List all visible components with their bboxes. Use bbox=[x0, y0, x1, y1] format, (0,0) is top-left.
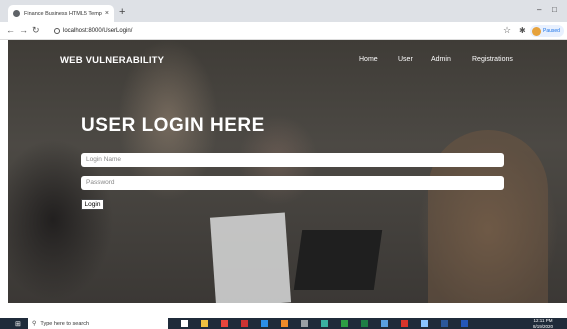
reload-icon[interactable]: ↻ bbox=[32, 25, 40, 36]
vs-code-icon[interactable] bbox=[261, 320, 268, 327]
green-app-icon[interactable] bbox=[341, 320, 348, 327]
bookmark-star-icon[interactable]: ☆ bbox=[503, 25, 511, 36]
tab-favicon-icon bbox=[13, 10, 20, 17]
tab-title: Finance Business HTML5 Templ bbox=[24, 10, 102, 17]
nav-admin[interactable]: Admin bbox=[431, 56, 451, 63]
red-app-icon[interactable] bbox=[241, 320, 248, 327]
site-brand[interactable]: WEB VULNERABILITY bbox=[60, 55, 164, 66]
login-name-input[interactable]: Login Name bbox=[81, 153, 504, 167]
url-text[interactable]: localhost:8000/UserLogin/ bbox=[63, 28, 132, 34]
clock-date: 8/19/2020 bbox=[533, 323, 554, 329]
profile-button[interactable]: Paused bbox=[530, 25, 564, 37]
nav-home[interactable]: Home bbox=[359, 56, 378, 63]
background-paper bbox=[209, 212, 292, 303]
orange-app-icon[interactable] bbox=[281, 320, 288, 327]
page-hero: WEB VULNERABILITY Home User Admin Regist… bbox=[8, 40, 567, 303]
forward-arrow-icon[interactable]: → bbox=[19, 25, 28, 36]
powershell-icon[interactable] bbox=[461, 320, 468, 327]
search-icon: ⚲ bbox=[32, 321, 37, 327]
windows-taskbar: ⊞ ⚲ Type here to search 12:11 PM 8/19/20… bbox=[0, 318, 567, 329]
pdf-icon[interactable] bbox=[401, 320, 408, 327]
chrome-icon[interactable] bbox=[221, 320, 228, 327]
file-explorer-icon[interactable] bbox=[201, 320, 208, 327]
login-button[interactable]: Login bbox=[81, 199, 104, 210]
nav-registrations[interactable]: Registrations bbox=[472, 56, 513, 63]
minimize-button[interactable]: – bbox=[537, 5, 541, 14]
background-laptop bbox=[293, 230, 383, 290]
new-tab-button[interactable]: + bbox=[119, 6, 125, 18]
avatar bbox=[532, 26, 541, 36]
extensions-puzzle-icon[interactable]: ✱ bbox=[519, 26, 526, 35]
restore-button[interactable]: □ bbox=[552, 5, 557, 14]
address-toolbar: ← → ↻ localhost:8000/UserLogin/ ☆ ✱ Paus… bbox=[0, 22, 567, 40]
profile-status: Paused bbox=[543, 28, 560, 34]
word-icon[interactable] bbox=[441, 320, 448, 327]
browser-tab[interactable]: Finance Business HTML5 Templ × bbox=[8, 5, 114, 22]
files-icon[interactable] bbox=[301, 320, 308, 327]
address-bar[interactable]: localhost:8000/UserLogin/ bbox=[54, 25, 490, 37]
search-placeholder: Type here to search bbox=[40, 320, 90, 327]
taskbar-search[interactable]: ⚲ Type here to search bbox=[28, 318, 168, 329]
excel-icon[interactable] bbox=[361, 320, 368, 327]
site-info-icon[interactable] bbox=[54, 28, 60, 34]
notepad-icon[interactable] bbox=[421, 320, 428, 327]
nav-user[interactable]: User bbox=[398, 56, 413, 63]
task-view-icon[interactable] bbox=[181, 320, 188, 327]
password-input[interactable]: Password bbox=[81, 176, 504, 190]
photos-icon[interactable] bbox=[381, 320, 388, 327]
back-arrow-icon[interactable]: ← bbox=[6, 25, 15, 36]
browser-tab-strip: Finance Business HTML5 Templ × + – □ bbox=[0, 0, 567, 22]
tab-close-icon[interactable]: × bbox=[105, 10, 109, 17]
windows-start-icon[interactable]: ⊞ bbox=[15, 320, 21, 328]
clock-time: 12:11 PM bbox=[533, 318, 553, 323]
system-clock[interactable]: 12:11 PM 8/19/2020 bbox=[533, 318, 553, 329]
gallery-icon[interactable] bbox=[321, 320, 328, 327]
page-title: USER LOGIN HERE bbox=[81, 115, 265, 136]
